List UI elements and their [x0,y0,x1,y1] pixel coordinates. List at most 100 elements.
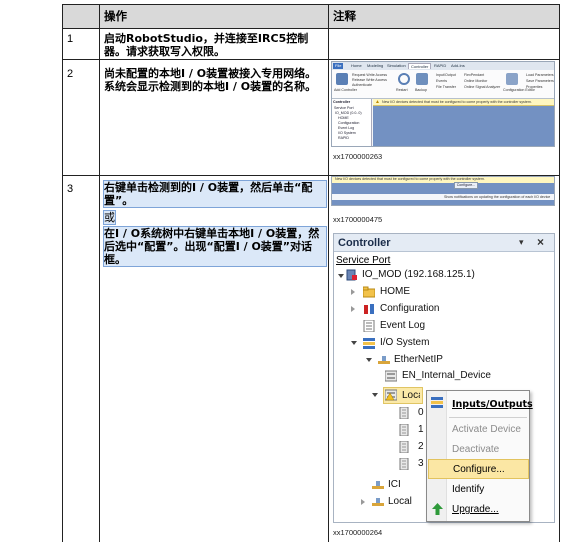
step-action-a: 右键单击检测到的I / O装置，然后单击“配置”。 [103,180,327,208]
tree-item-configuration[interactable]: Configuration [380,301,439,317]
tree-item[interactable]: HOME [338,116,349,120]
tree-item-signal[interactable]: 1 [418,422,424,438]
event-log-icon [363,320,375,332]
ribbon-tab[interactable]: Modeling [365,63,385,69]
table-border [62,4,560,5]
header-note: 注释 [333,9,356,23]
tree-item[interactable]: Configuration [338,121,359,125]
tree-item-signal[interactable]: 2 [418,439,424,455]
dropdown-icon[interactable]: ▾ [519,237,524,248]
tree-item[interactable]: RAPID [338,136,349,140]
tree-item[interactable]: Event Log [338,126,354,130]
row-divider [62,28,560,29]
network-icon [378,356,390,364]
configure-banner-screenshot: New I/O devices detected that must be co… [331,176,555,206]
figure-caption: xx1700000475 [333,215,383,224]
configure-button[interactable]: Configure... [454,182,478,189]
menu-item-inputs-outputs[interactable]: Inputs/Outputs [448,395,533,415]
collapse-arrow-icon[interactable] [351,306,355,312]
tree-item-io-system[interactable]: I/O System [380,335,429,351]
col-divider [99,4,100,542]
ribbon-tab[interactable]: RAPID [432,63,448,69]
menu-item-configure[interactable]: Configure... [428,459,529,479]
menu-item-activate-device[interactable]: Activate Device [448,420,529,440]
tree-item-en-internal[interactable]: EN_Internal_Device [402,368,491,384]
tree-item-event-log[interactable]: Event Log [380,318,425,334]
ribbon-tab[interactable]: Home [349,63,364,69]
ribbon-label: Add Controller [334,88,357,92]
ribbon-label[interactable]: File Transfer [436,85,456,89]
panel-title: Controller [338,237,391,249]
tree-item-home[interactable]: HOME [380,284,410,300]
status-strip: Show notifications on updating the confi… [332,194,554,200]
backup-icon[interactable] [416,73,428,85]
ribbon-label[interactable]: Request Write Access [352,73,387,77]
restart-icon[interactable] [398,73,410,85]
ribbon-label[interactable]: Authenticate [352,83,372,87]
inputs-outputs-icon [431,397,443,408]
step-number: 2 [67,68,74,80]
ribbon-tab[interactable]: Simulation [385,63,408,69]
menu-item-identify[interactable]: Identify [448,480,529,500]
upgrade-arrow-icon [432,503,443,515]
menu-item-deactivate-device[interactable]: Deactivate Device [448,440,529,475]
menu-item-upgrade[interactable]: Upgrade... [448,500,529,520]
expand-arrow-icon[interactable] [372,393,378,397]
tree-item[interactable]: IO_MOD (0.0..0) [335,111,362,115]
tree-item-ethernetip[interactable]: EtherNetIP [394,352,443,368]
device-icon [385,389,397,401]
banner-bar: New I/O devices detected that must be co… [332,177,554,183]
menu-gutter [427,391,447,521]
step-number: 3 [67,183,74,195]
expand-arrow-icon[interactable] [366,358,372,362]
tree-item[interactable]: I/O System [338,131,356,135]
ribbon-label[interactable]: Save Parameters [526,79,554,83]
close-icon[interactable]: × [537,235,544,249]
tree-item[interactable]: Service Port [334,106,354,110]
menu-separator [449,417,527,418]
ribbon-label[interactable]: Input/Output [436,73,456,77]
step-action-b: 在I / O系统树中右键单击本地I / O装置，然后选中“配置”。出现“配置I … [103,226,327,267]
ribbon-tab[interactable]: File [333,63,344,69]
add-controller-icon[interactable] [336,73,348,85]
tree-item-local-io[interactable]: Local_IO [402,388,420,404]
tree-item-local[interactable]: Local [388,494,412,510]
collapse-arrow-icon[interactable] [351,289,355,295]
ribbon-label[interactable]: Load Parameters [526,73,554,77]
ribbon-label[interactable]: Properties [526,85,542,89]
tree-item-io-mod[interactable]: IO_MOD (192.168.125.1) [362,267,475,283]
expand-arrow-icon[interactable] [338,274,344,278]
panel-titlebar: Controller ▾ × [334,234,554,252]
controller-tree-pane: Controller Service Port IO_MOD (0.0..0) … [332,99,372,146]
tree-item-signal[interactable]: 0 [418,405,424,421]
ribbon-tabs: File Home Modeling Simulation Controller… [332,62,554,70]
collapse-arrow-icon[interactable] [361,499,365,505]
ribbon-label[interactable]: Online Monitor [464,79,487,83]
configuration-icon [364,304,374,314]
ribbon: Add Controller Request Write Access Rele… [332,70,554,99]
ribbon-label[interactable]: Events [436,79,447,83]
context-menu: Inputs/Outputs Activate Device Deactivat… [426,390,533,522]
ribbon-tab[interactable]: Controller [408,63,432,69]
header-action: 操作 [104,9,127,23]
signal-icon [399,458,409,470]
tree-title: Controller [333,100,351,104]
io-system-icon [363,338,375,349]
tree-item-signal[interactable]: 3 [418,456,424,472]
expand-arrow-icon[interactable] [351,341,357,345]
ribbon-label[interactable]: Release Write Access [352,78,387,82]
configuration-editor-icon[interactable] [506,73,518,85]
robotstudio-screenshot: File Home Modeling Simulation Controller… [331,61,555,147]
tree-item-ici[interactable]: ICI [388,477,401,493]
ribbon-tab[interactable]: Add-Ins [449,63,467,69]
step-action: 尚未配置的本地I / O装置被接入专用网络。系统会显示检测到的本地I / O装置… [104,67,317,93]
ribbon-label: Backup [415,88,427,92]
ribbon-label[interactable]: Online Signal Analyzer [464,85,500,89]
ribbon-label[interactable]: FlexPendant [464,73,484,77]
warning-bar: ▲ New I/O devices detected that must be … [373,99,554,106]
warning-text: New I/O devices detected that must be co… [382,100,532,104]
col-divider [62,4,63,542]
service-port-link[interactable]: Service Port [336,255,390,266]
table-header [62,4,560,28]
device-icon [385,370,397,382]
